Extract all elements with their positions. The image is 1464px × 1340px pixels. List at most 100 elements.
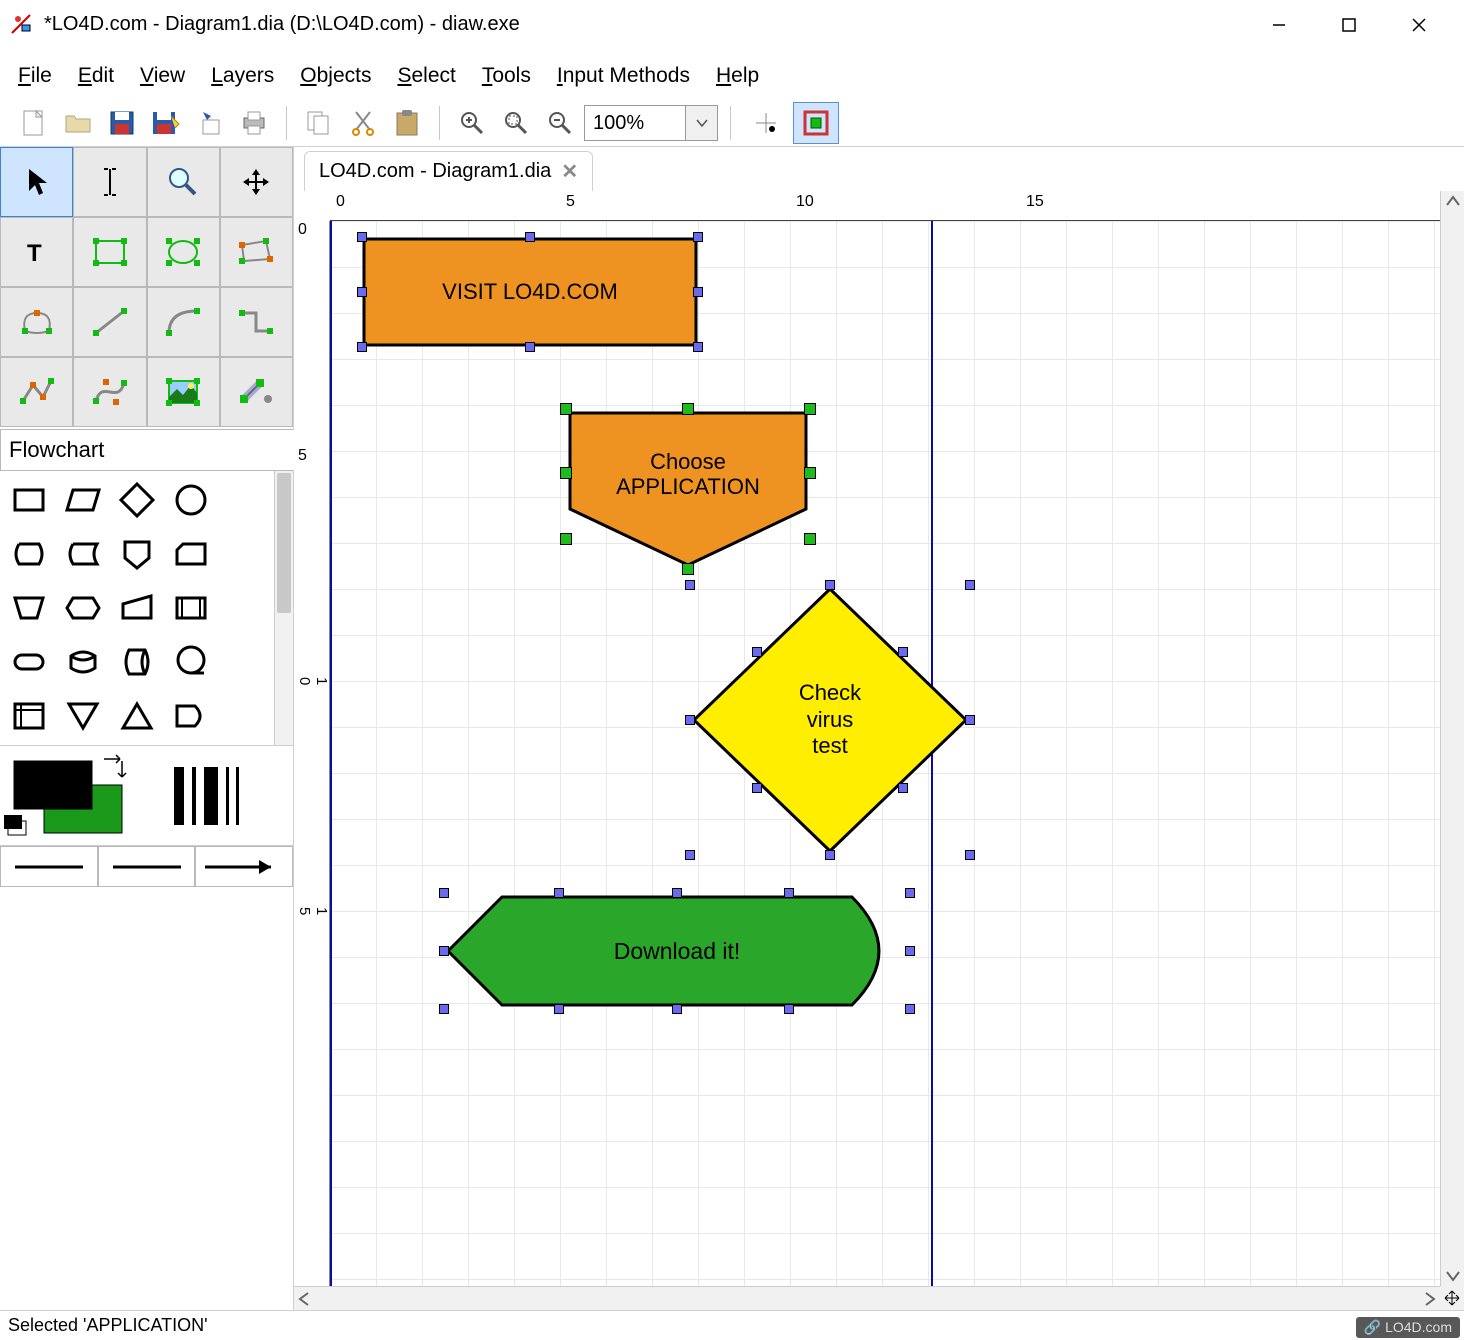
tool-grid: T bbox=[0, 147, 293, 427]
maximize-button[interactable] bbox=[1314, 5, 1384, 45]
arrow-start[interactable] bbox=[0, 846, 98, 887]
canvas[interactable]: VISIT LO4D.COM Choose APPLICATION bbox=[330, 221, 1440, 1286]
tool-image[interactable] bbox=[147, 357, 220, 427]
shape-preparation-download[interactable]: Download it! bbox=[444, 893, 910, 1009]
zoom-in-button[interactable] bbox=[452, 104, 492, 142]
tool-zigzag[interactable] bbox=[220, 287, 293, 357]
line-style-preview[interactable] bbox=[164, 761, 274, 831]
shape-stored-data[interactable] bbox=[56, 527, 110, 581]
titlebar: *LO4D.com - Diagram1.dia (D:\LO4D.com) -… bbox=[0, 0, 1464, 50]
tool-box[interactable] bbox=[73, 217, 146, 287]
shape-magnetic-disk[interactable] bbox=[56, 635, 110, 689]
sheet-name[interactable] bbox=[1, 430, 305, 470]
save-as-button[interactable] bbox=[146, 104, 186, 142]
zoom-dropdown[interactable] bbox=[685, 106, 717, 140]
menu-tools[interactable]: Tools bbox=[482, 64, 531, 88]
copy-button[interactable] bbox=[299, 104, 339, 142]
zoom-fit-button[interactable] bbox=[496, 104, 536, 142]
shape-preparation[interactable] bbox=[56, 581, 110, 635]
arrow-mid[interactable] bbox=[98, 846, 196, 887]
guide-line[interactable] bbox=[330, 221, 332, 1286]
tabbar: LO4D.com - Diagram1.dia ✕ bbox=[294, 147, 1464, 191]
toolbar bbox=[0, 96, 1464, 146]
scrollbar-vertical[interactable] bbox=[1440, 191, 1464, 1286]
tool-pointer[interactable] bbox=[0, 147, 73, 217]
shape-sequential[interactable] bbox=[164, 635, 218, 689]
shape-merge[interactable] bbox=[56, 689, 110, 743]
shape-extract[interactable] bbox=[110, 689, 164, 743]
shape-decision[interactable] bbox=[110, 473, 164, 527]
tool-beziergon[interactable] bbox=[0, 287, 73, 357]
shape-offpage-choose[interactable]: Choose APPLICATION bbox=[566, 409, 810, 569]
tab-label: LO4D.com - Diagram1.dia bbox=[319, 160, 551, 183]
tool-text-edit[interactable] bbox=[73, 147, 146, 217]
paste-button[interactable] bbox=[387, 104, 427, 142]
tool-bezier[interactable] bbox=[73, 357, 146, 427]
snap-grid-button[interactable] bbox=[743, 102, 789, 144]
tool-polygon[interactable] bbox=[220, 217, 293, 287]
menu-layers[interactable]: Layers bbox=[211, 64, 274, 88]
tab-close-icon[interactable]: ✕ bbox=[561, 159, 578, 184]
nav-corner[interactable] bbox=[1440, 1286, 1464, 1310]
shape-manual-input[interactable] bbox=[110, 581, 164, 635]
shape-io[interactable] bbox=[56, 473, 110, 527]
shape-manual-op[interactable] bbox=[2, 581, 56, 635]
shape-scrollbar[interactable] bbox=[274, 471, 293, 745]
tool-text[interactable]: T bbox=[0, 217, 73, 287]
shape-terminal[interactable] bbox=[2, 635, 56, 689]
shape-internal-storage[interactable] bbox=[2, 689, 56, 743]
shape-card[interactable] bbox=[164, 527, 218, 581]
tool-magnify[interactable] bbox=[147, 147, 220, 217]
shape-decision-virus[interactable]: Check virus test bbox=[690, 585, 970, 855]
shape-delay[interactable] bbox=[164, 689, 218, 743]
shape-offpage[interactable] bbox=[110, 527, 164, 581]
shape-connector[interactable] bbox=[164, 473, 218, 527]
tool-scroll[interactable] bbox=[220, 147, 293, 217]
document-tab[interactable]: LO4D.com - Diagram1.dia ✕ bbox=[304, 151, 593, 191]
toolbar-separator bbox=[730, 106, 731, 140]
close-button[interactable] bbox=[1384, 5, 1454, 45]
ruler-vertical[interactable]: 0 5 10 15 bbox=[294, 221, 330, 1286]
tool-panel: T bbox=[0, 147, 294, 1310]
sheet-select[interactable] bbox=[0, 429, 293, 471]
shape-box-visit[interactable]: VISIT LO4D.COM bbox=[362, 237, 698, 347]
shape-grid bbox=[0, 471, 274, 745]
shape-display[interactable] bbox=[2, 527, 56, 581]
new-button[interactable] bbox=[14, 104, 54, 142]
color-selector bbox=[0, 745, 293, 845]
menu-objects[interactable]: Objects bbox=[300, 64, 371, 88]
toolbar-separator bbox=[439, 106, 440, 140]
menu-view[interactable]: View bbox=[140, 64, 185, 88]
zoom-input[interactable] bbox=[585, 106, 685, 140]
export-button[interactable] bbox=[190, 104, 230, 142]
tool-polyline[interactable] bbox=[0, 357, 73, 427]
ruler-horizontal[interactable]: 0 5 10 15 bbox=[330, 191, 1440, 221]
snap-object-button[interactable] bbox=[793, 102, 839, 144]
shape-process[interactable] bbox=[2, 473, 56, 527]
menubar: File Edit View Layers Objects Select Too… bbox=[0, 50, 1464, 96]
print-button[interactable] bbox=[234, 104, 274, 142]
zoom-combo[interactable] bbox=[584, 105, 718, 141]
scrollbar-horizontal[interactable] bbox=[294, 1286, 1440, 1310]
cut-button[interactable] bbox=[343, 104, 383, 142]
tool-arc[interactable] bbox=[147, 287, 220, 357]
tool-ellipse[interactable] bbox=[147, 217, 220, 287]
save-button[interactable] bbox=[102, 104, 142, 142]
menu-edit[interactable]: Edit bbox=[78, 64, 114, 88]
tool-line[interactable] bbox=[73, 287, 146, 357]
menu-input-methods[interactable]: Input Methods bbox=[557, 64, 690, 88]
toolbar-separator bbox=[286, 106, 287, 140]
open-button[interactable] bbox=[58, 104, 98, 142]
zoom-out-button[interactable] bbox=[540, 104, 580, 142]
menu-file[interactable]: File bbox=[18, 64, 52, 88]
minimize-button[interactable] bbox=[1244, 5, 1314, 45]
shape-predefined[interactable] bbox=[164, 581, 218, 635]
fgbg-swatch[interactable] bbox=[4, 751, 134, 841]
status-bar: Selected 'APPLICATION' bbox=[0, 1310, 1464, 1340]
status-text: Selected 'APPLICATION' bbox=[8, 1315, 208, 1336]
menu-help[interactable]: Help bbox=[716, 64, 759, 88]
menu-select[interactable]: Select bbox=[397, 64, 455, 88]
tool-outline[interactable] bbox=[220, 357, 293, 427]
arrow-end[interactable] bbox=[195, 846, 293, 887]
shape-direct-data[interactable] bbox=[110, 635, 164, 689]
